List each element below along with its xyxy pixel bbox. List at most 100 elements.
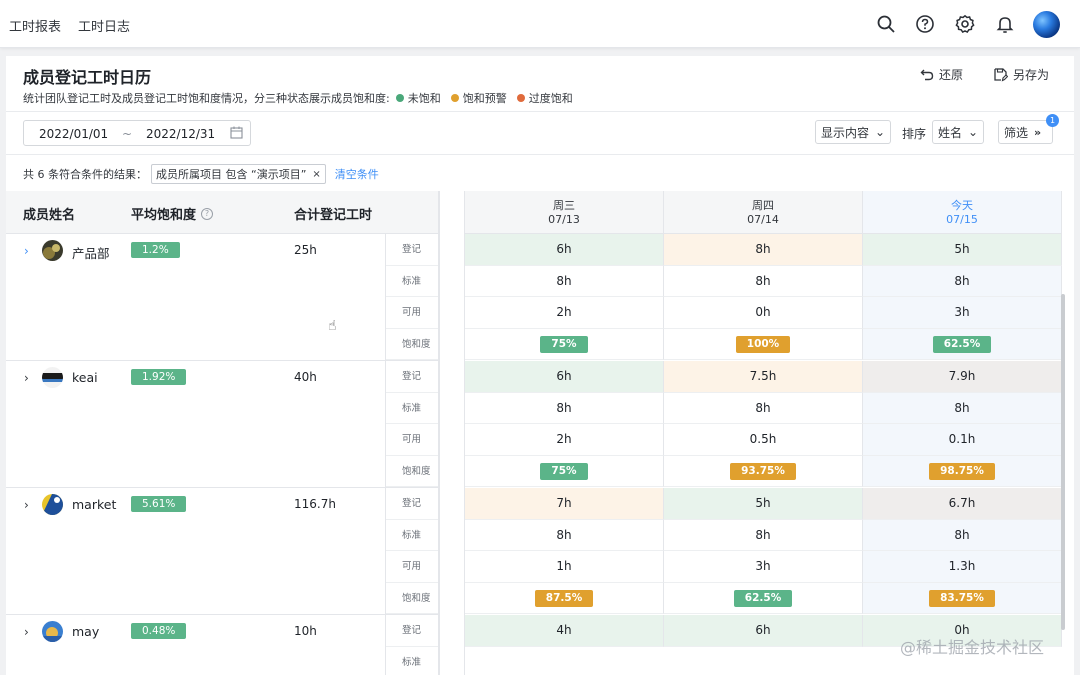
label-registered: 登记 bbox=[386, 234, 438, 266]
clear-conditions-link[interactable]: 清空条件 bbox=[335, 166, 379, 182]
saturation-chip: 87.5% bbox=[534, 589, 594, 607]
save-as-icon bbox=[994, 68, 1008, 82]
calendar-gutter bbox=[440, 191, 465, 675]
total-hours: 116.7h bbox=[294, 497, 336, 511]
hand-cursor-icon: ☝ bbox=[328, 318, 337, 334]
calendar-cell: 7.5h bbox=[664, 361, 863, 393]
day-weekday: 周四 bbox=[752, 199, 774, 212]
day-date: 07/13 bbox=[548, 213, 580, 226]
calendar-cell: 75% bbox=[465, 328, 664, 360]
save-as-button[interactable]: 另存为 bbox=[993, 66, 1049, 83]
row-labels: 登记 标准 可用 饱和度 bbox=[385, 234, 438, 360]
close-icon[interactable]: × bbox=[312, 169, 320, 180]
label-available: 可用 bbox=[386, 424, 438, 456]
divider bbox=[6, 111, 1074, 112]
calendar-cell: 5h bbox=[863, 234, 1062, 266]
subtitle-text: 统计团队登记工时及成员登记工时饱和度情况，分三种状态展示成员饱和度: bbox=[23, 92, 390, 105]
calendar-cell: 4h bbox=[465, 615, 664, 647]
condition-tag-text: 成员所属项目 包含 “演示项目” bbox=[156, 168, 307, 181]
label-saturation: 饱和度 bbox=[386, 329, 438, 360]
header-avg-saturation: 平均饱和度 ? bbox=[131, 204, 214, 223]
day-header-today: 今天 07/15 bbox=[863, 191, 1062, 234]
legend-dot-unsaturated bbox=[395, 94, 404, 102]
member-name: keai bbox=[72, 370, 98, 385]
saturation-chip: 62.5% bbox=[733, 589, 793, 607]
label-standard: 标准 bbox=[386, 520, 438, 551]
expand-chevron-icon[interactable]: › bbox=[24, 371, 29, 385]
main-card: 成员登记工时日历 统计团队登记工时及成员登记工时饱和度情况，分三种状态展示成员饱… bbox=[6, 56, 1074, 675]
help-icon[interactable] bbox=[914, 13, 936, 35]
day-header: 周三 07/13 bbox=[465, 191, 664, 234]
legend-dot-warning bbox=[450, 94, 459, 102]
row-labels: 登记 标准 可用 饱和度 bbox=[385, 361, 438, 487]
vertical-scrollbar[interactable] bbox=[1061, 294, 1065, 630]
display-content-select[interactable]: 显示内容 ⌄ bbox=[815, 120, 892, 144]
save-as-label: 另存为 bbox=[1013, 68, 1050, 82]
page-subtitle: 统计团队登记工时及成员登记工时饱和度情况，分三种状态展示成员饱和度: 未饱和 饱… bbox=[23, 90, 573, 106]
saturation-chip: 75% bbox=[540, 462, 588, 480]
member-row: › market 5.61% 116.7h 登记 标准 可用 饱和度 bbox=[6, 488, 438, 615]
display-content-label: 显示内容 bbox=[821, 125, 870, 140]
legend-warning: 饱和预警 bbox=[462, 92, 507, 105]
calendar-cell: 8h bbox=[465, 265, 664, 297]
calendar-cell: 100% bbox=[664, 328, 863, 360]
saturation-chip: 93.75% bbox=[730, 462, 796, 480]
date-range-picker[interactable]: 2022/01/01 ~ 2022/12/31 bbox=[23, 120, 251, 146]
expand-chevron-icon[interactable]: › bbox=[24, 498, 29, 512]
calendar-cell: 1h bbox=[465, 551, 664, 583]
legend-over: 过度饱和 bbox=[528, 92, 573, 105]
member-row: › may 0.48% 10h 登记 标准 bbox=[6, 615, 438, 675]
restore-button[interactable]: 还原 bbox=[920, 66, 963, 83]
calendar-cell: 0.5h bbox=[664, 424, 863, 456]
calendar-cell: 3h bbox=[664, 551, 863, 583]
calendar-cell: 7h bbox=[465, 488, 664, 520]
avatar bbox=[42, 240, 63, 261]
top-nav: 工时报表 工时日志 bbox=[0, 0, 1080, 48]
calendar-cell: 5h bbox=[664, 488, 863, 520]
calendar-cell: 0.1h bbox=[863, 424, 1062, 456]
calendar-cell: 6h bbox=[465, 234, 664, 266]
day-date: 07/14 bbox=[747, 213, 779, 226]
expand-chevron-icon[interactable]: › bbox=[24, 625, 29, 639]
condition-tag: 成员所属项目 包含 “演示项目” × bbox=[151, 164, 326, 184]
double-chevron-icon: » bbox=[1034, 125, 1042, 139]
total-hours: 40h bbox=[294, 370, 317, 384]
calendar-cell: 8h bbox=[664, 392, 863, 424]
calendar-cell: 8h bbox=[863, 519, 1062, 551]
calendar-cell: 1.3h bbox=[863, 551, 1062, 583]
nav-work-log[interactable]: 工时日志 bbox=[78, 16, 130, 35]
date-start[interactable]: 2022/01/01 bbox=[39, 127, 108, 141]
filter-button[interactable]: 筛选 » bbox=[998, 120, 1053, 144]
label-standard: 标准 bbox=[386, 266, 438, 297]
calendar-cell: 8h bbox=[465, 392, 664, 424]
date-end[interactable]: 2022/12/31 bbox=[146, 127, 215, 141]
expand-chevron-icon[interactable]: › bbox=[24, 244, 29, 258]
label-registered: 登记 bbox=[386, 488, 438, 520]
calendar-cell: 6h bbox=[465, 361, 664, 393]
result-bar: 共 6 条符合条件的结果： 成员所属项目 包含 “演示项目” × 清空条件 bbox=[23, 164, 379, 184]
member-name: 产品部 bbox=[72, 246, 110, 261]
sort-value: 姓名 bbox=[938, 125, 963, 140]
help-circle-icon[interactable]: ? bbox=[201, 207, 214, 220]
date-separator: ~ bbox=[122, 127, 133, 141]
calendar-icon bbox=[230, 126, 243, 139]
label-standard: 标准 bbox=[386, 393, 438, 424]
search-icon[interactable] bbox=[875, 13, 897, 35]
user-avatar[interactable] bbox=[1033, 11, 1060, 38]
legend-unsaturated: 未饱和 bbox=[407, 92, 441, 105]
saturation-chip: 62.5% bbox=[932, 335, 992, 353]
sort-select[interactable]: 姓名 ⌄ bbox=[932, 120, 985, 144]
calendar-cell: 8h bbox=[664, 234, 863, 266]
saturation-chip: 98.75% bbox=[929, 462, 995, 480]
total-hours: 10h bbox=[294, 624, 317, 638]
saturation-chip: 83.75% bbox=[929, 589, 995, 607]
avg-saturation-badge: 1.92% bbox=[131, 369, 187, 385]
avg-saturation-badge: 5.61% bbox=[131, 496, 187, 512]
label-saturation: 饱和度 bbox=[386, 456, 438, 487]
calendar-cell: 3h bbox=[863, 297, 1062, 329]
bell-icon[interactable] bbox=[994, 13, 1016, 35]
chevron-down-icon: ⌄ bbox=[968, 125, 979, 139]
calendar-cell: 83.75% bbox=[863, 582, 1062, 614]
nav-work-report[interactable]: 工时报表 bbox=[9, 16, 61, 35]
settings-icon[interactable] bbox=[954, 13, 976, 35]
